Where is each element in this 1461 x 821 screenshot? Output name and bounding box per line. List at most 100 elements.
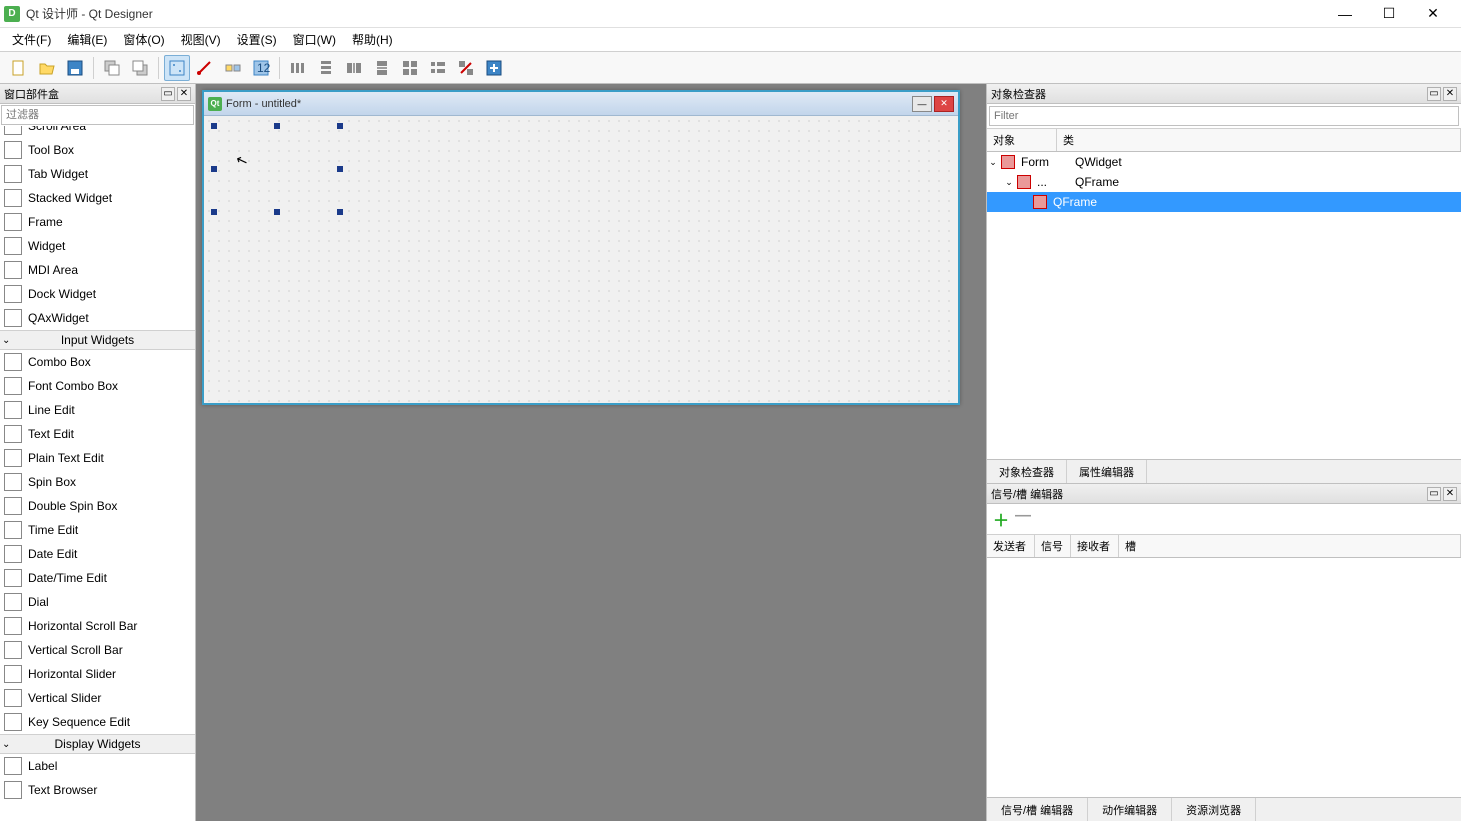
edit-buddies-button[interactable] xyxy=(220,55,246,81)
tree-row[interactable]: QFrame xyxy=(987,192,1461,212)
tree-col-class[interactable]: 类 xyxy=(1057,129,1461,151)
selected-qframe[interactable]: ↖ xyxy=(214,126,340,212)
design-canvas[interactable]: Qt Form - untitled* — ✕ ↖ xyxy=(196,84,986,821)
form-minimize-button[interactable]: — xyxy=(912,96,932,112)
send-back-button[interactable] xyxy=(99,55,125,81)
tree-arrow-icon[interactable]: ⌄ xyxy=(987,157,999,168)
widget-item[interactable]: Date Edit xyxy=(0,542,195,566)
col-sender[interactable]: 发送者 xyxy=(987,535,1035,557)
widget-item[interactable]: Combo Box xyxy=(0,350,195,374)
save-file-button[interactable] xyxy=(62,55,88,81)
resize-handle-mr[interactable] xyxy=(337,166,343,172)
adjust-size-button[interactable] xyxy=(481,55,507,81)
resize-handle-tl[interactable] xyxy=(211,123,217,129)
break-layout-button[interactable] xyxy=(453,55,479,81)
object-tree[interactable]: ⌄FormQWidget⌄...QFrameQFrame xyxy=(987,152,1461,459)
tab-resource-browser[interactable]: 资源浏览器 xyxy=(1172,798,1256,821)
widget-item[interactable]: Key Sequence Edit xyxy=(0,710,195,734)
widget-item[interactable]: MDI Area xyxy=(0,258,195,282)
widget-box-close-button[interactable]: ✕ xyxy=(177,87,191,101)
form-window[interactable]: Qt Form - untitled* — ✕ ↖ xyxy=(202,90,960,405)
tab-property-editor[interactable]: 属性编辑器 xyxy=(1067,460,1147,483)
close-button[interactable]: ✕ xyxy=(1421,2,1445,26)
widget-item[interactable]: Spin Box xyxy=(0,470,195,494)
menu-file[interactable]: 文件(F) xyxy=(4,29,59,50)
resize-handle-ml[interactable] xyxy=(211,166,217,172)
widget-item[interactable]: Time Edit xyxy=(0,518,195,542)
layout-vertical-button[interactable] xyxy=(313,55,339,81)
remove-connection-button[interactable]: — xyxy=(1015,507,1031,531)
edit-widgets-button[interactable] xyxy=(164,55,190,81)
widget-item[interactable]: Label xyxy=(0,754,195,778)
widget-item[interactable]: Dial xyxy=(0,590,195,614)
bring-front-button[interactable] xyxy=(127,55,153,81)
menu-help[interactable]: 帮助(H) xyxy=(344,29,401,50)
widget-item[interactable]: Horizontal Slider xyxy=(0,662,195,686)
form-close-button[interactable]: ✕ xyxy=(934,96,954,112)
resize-handle-br[interactable] xyxy=(337,209,343,215)
widget-item[interactable]: Stacked Widget xyxy=(0,186,195,210)
layout-form-button[interactable] xyxy=(425,55,451,81)
widget-item[interactable]: Vertical Slider xyxy=(0,686,195,710)
sigslot-body[interactable] xyxy=(987,558,1461,797)
maximize-button[interactable]: ☐ xyxy=(1377,2,1401,26)
menu-settings[interactable]: 设置(S) xyxy=(229,29,285,50)
minimize-button[interactable]: — xyxy=(1333,2,1357,26)
layout-grid-button[interactable] xyxy=(397,55,423,81)
widget-item[interactable]: Tool Box xyxy=(0,138,195,162)
resize-handle-bm[interactable] xyxy=(274,209,280,215)
sigslot-float-button[interactable]: ▭ xyxy=(1427,487,1441,501)
resize-handle-tr[interactable] xyxy=(337,123,343,129)
widget-item[interactable]: Tab Widget xyxy=(0,162,195,186)
resize-handle-tm[interactable] xyxy=(274,123,280,129)
widget-item[interactable]: Horizontal Scroll Bar xyxy=(0,614,195,638)
layout-hsplit-button[interactable] xyxy=(341,55,367,81)
form-titlebar[interactable]: Qt Form - untitled* — ✕ xyxy=(204,92,958,116)
widget-group[interactable]: ⌄Display Widgets xyxy=(0,734,195,754)
inspector-float-button[interactable]: ▭ xyxy=(1427,87,1441,101)
widget-item[interactable]: Font Combo Box xyxy=(0,374,195,398)
widget-item[interactable]: Text Edit xyxy=(0,422,195,446)
new-file-button[interactable] xyxy=(6,55,32,81)
widget-item[interactable]: Date/Time Edit xyxy=(0,566,195,590)
tree-col-object[interactable]: 对象 xyxy=(987,129,1057,151)
tree-row[interactable]: ⌄FormQWidget xyxy=(987,152,1461,172)
widget-item[interactable]: Plain Text Edit xyxy=(0,446,195,470)
menu-form[interactable]: 窗体(O) xyxy=(115,29,172,50)
form-body[interactable]: ↖ xyxy=(204,116,958,403)
tab-action-editor[interactable]: 动作编辑器 xyxy=(1088,798,1172,821)
widget-item[interactable]: Widget xyxy=(0,234,195,258)
widget-filter-input[interactable] xyxy=(1,105,194,125)
menu-view[interactable]: 视图(V) xyxy=(173,29,229,50)
add-connection-button[interactable]: ＋ xyxy=(993,507,1009,531)
inspector-close-button[interactable]: ✕ xyxy=(1443,87,1457,101)
menu-edit[interactable]: 编辑(E) xyxy=(59,29,115,50)
inspector-filter-input[interactable] xyxy=(989,106,1459,126)
open-file-button[interactable] xyxy=(34,55,60,81)
edit-signals-button[interactable] xyxy=(192,55,218,81)
widget-item[interactable]: Text Browser xyxy=(0,778,195,802)
widget-box-float-button[interactable]: ▭ xyxy=(161,87,175,101)
sigslot-close-button[interactable]: ✕ xyxy=(1443,487,1457,501)
tab-signal-slot[interactable]: 信号/槽 编辑器 xyxy=(987,798,1088,821)
resize-handle-bl[interactable] xyxy=(211,209,217,215)
menu-window[interactable]: 窗口(W) xyxy=(285,29,344,50)
widget-item[interactable]: Scroll Area xyxy=(0,126,195,138)
col-signal[interactable]: 信号 xyxy=(1035,535,1071,557)
widget-item[interactable]: Double Spin Box xyxy=(0,494,195,518)
widget-item[interactable]: QAxWidget xyxy=(0,306,195,330)
tree-row[interactable]: ⌄...QFrame xyxy=(987,172,1461,192)
edit-taborder-button[interactable]: 12 xyxy=(248,55,274,81)
tree-arrow-icon[interactable]: ⌄ xyxy=(1003,177,1015,188)
widget-list[interactable]: Scroll AreaTool BoxTab WidgetStacked Wid… xyxy=(0,126,195,821)
col-slot[interactable]: 槽 xyxy=(1119,535,1461,557)
widget-item[interactable]: Line Edit xyxy=(0,398,195,422)
widget-item[interactable]: Dock Widget xyxy=(0,282,195,306)
widget-item[interactable]: Frame xyxy=(0,210,195,234)
widget-group[interactable]: ⌄Input Widgets xyxy=(0,330,195,350)
layout-horizontal-button[interactable] xyxy=(285,55,311,81)
layout-vsplit-button[interactable] xyxy=(369,55,395,81)
col-receiver[interactable]: 接收者 xyxy=(1071,535,1119,557)
tab-object-inspector[interactable]: 对象检查器 xyxy=(987,460,1067,483)
widget-item[interactable]: Vertical Scroll Bar xyxy=(0,638,195,662)
